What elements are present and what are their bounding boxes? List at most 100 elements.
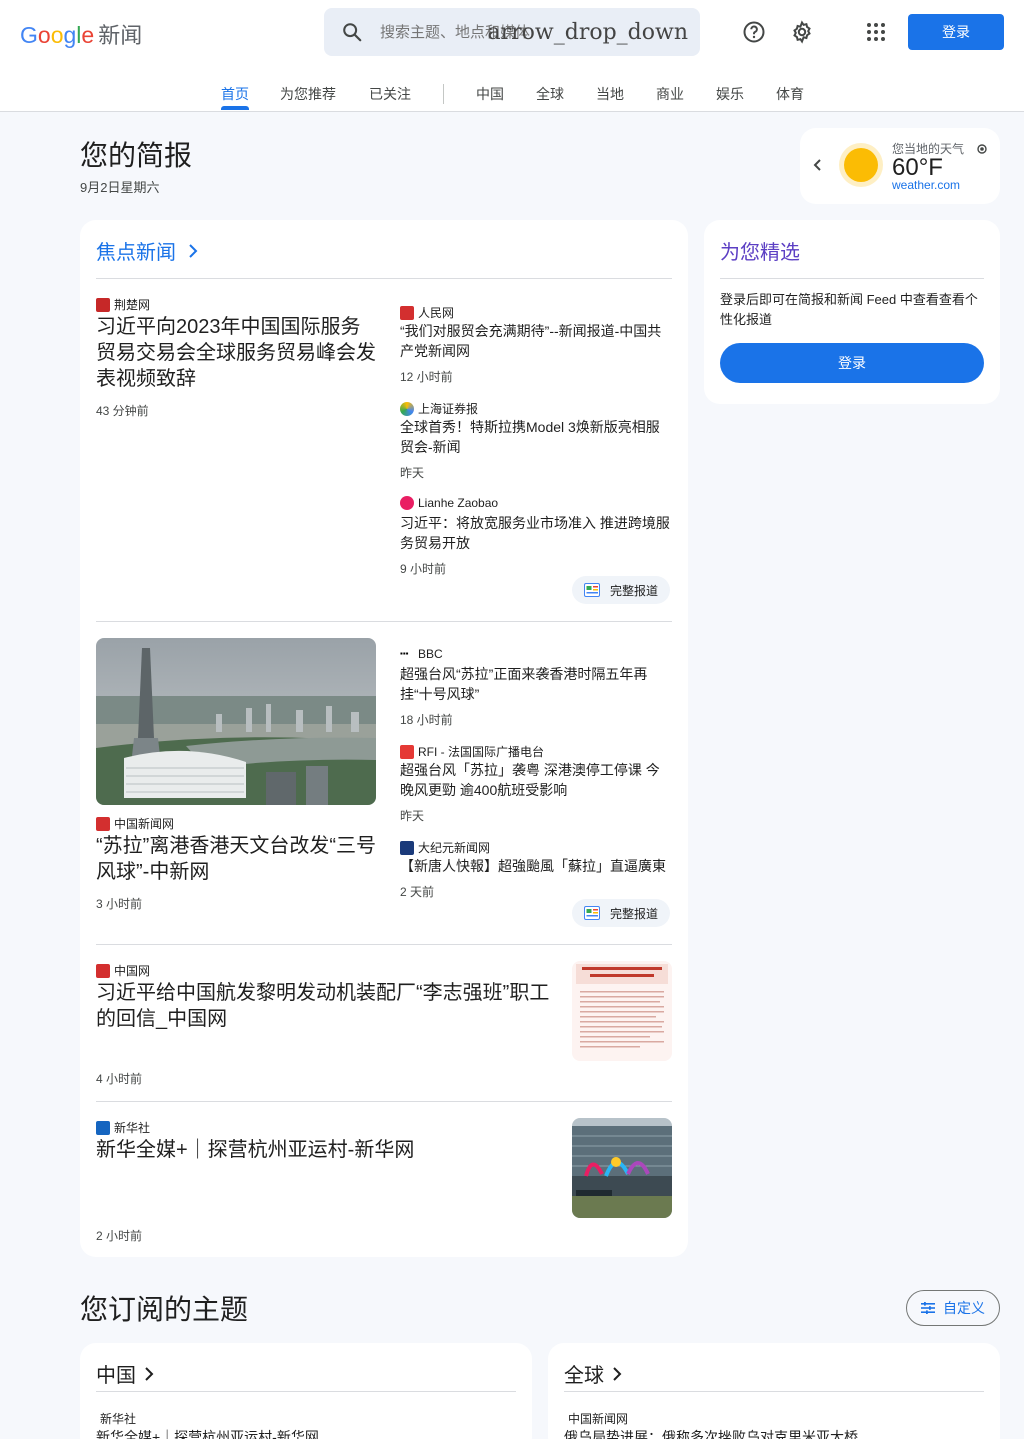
timestamp: 4 小时前 (96, 1072, 143, 1086)
top-stories-heading[interactable]: 焦点新闻 (96, 236, 198, 265)
source-name: 中国新闻网 (114, 817, 175, 831)
epoch-times-logo-icon (400, 840, 414, 855)
source-label: 中国新闻网 (568, 1412, 629, 1426)
china-org-logo-icon (96, 963, 110, 978)
source-name: 新华社 (114, 1121, 151, 1135)
source-name: 大纪元新闻网 (418, 841, 491, 855)
tab-local[interactable]: 当地 (596, 84, 624, 104)
timestamp: 2 天前 (400, 885, 435, 899)
for-you-description: 登录后即可在简报和新闻 Feed 中查看查看个性化报道 (720, 292, 978, 327)
letter-document-image[interactable] (572, 961, 672, 1061)
topic-heading[interactable]: 中国 (96, 1359, 154, 1388)
logo-letter: o (50, 22, 64, 48)
source-name: Lianhe Zaobao (418, 496, 499, 510)
timestamp: 43 分钟前 (96, 404, 149, 418)
logo-letter: e (81, 22, 95, 48)
headline-link[interactable]: 全球首秀！特斯拉携Model 3焕新版亮相服贸会-新闻 (400, 417, 672, 457)
divider (96, 1391, 516, 1392)
topic-card-world: 全球 中国新闻网 俄乌局势进展：俄称多次挫败乌对克里米亚大桥 (548, 1343, 1000, 1439)
weather-widget[interactable]: 您当地的天气 60°F weather.com (800, 128, 1000, 204)
topic-title: 全球 (564, 1365, 604, 1387)
help-icon[interactable] (742, 20, 766, 44)
chevron-right-icon (188, 242, 198, 265)
guangzhou-skyline-image[interactable] (96, 638, 376, 805)
top-bar: Google 新闻 arrow_drop_down 登录 首页 为您推荐 已关注… (0, 0, 1024, 112)
search-box[interactable]: arrow_drop_down (324, 8, 700, 56)
full-coverage-label: 完整报道 (610, 906, 659, 921)
settings-icon[interactable] (790, 20, 814, 44)
headline-link[interactable]: 超强台风「苏拉」袭粤 深港澳停工停课 今晚风更勁 逾400航班受影响 (400, 760, 672, 800)
divider (564, 1391, 984, 1392)
headline-link[interactable]: 超强台风“苏拉”正面来袭香港时隔五年再挂“十号风球” (400, 664, 672, 704)
headline-link[interactable]: 俄乌局势进展：俄称多次挫败乌对克里米亚大桥 (564, 1427, 984, 1439)
for-you-sign-in-button[interactable]: 登录 (720, 343, 984, 383)
topics-section-title: 您订阅的主题 (80, 1294, 249, 1325)
full-coverage-button[interactable]: 完整报道 (572, 899, 671, 927)
jingchu-logo-icon (96, 297, 110, 312)
timestamp: 18 小时前 (400, 713, 453, 727)
source-label: 新华社 (96, 1119, 150, 1136)
timestamp: 12 小时前 (400, 370, 453, 384)
shanghai-securities-logo-icon (400, 401, 414, 416)
source-label: 荆楚网 (96, 296, 150, 313)
tab-following[interactable]: 已关注 (369, 84, 411, 104)
google-news-logo[interactable]: Google 新闻 (20, 18, 142, 50)
timestamp: 2 小时前 (96, 1229, 143, 1243)
source-label: 上海证券报 (400, 400, 478, 417)
weather-source-link[interactable]: weather.com (892, 178, 960, 192)
divider (96, 1101, 672, 1102)
logo-news-text: 新闻 (98, 23, 143, 48)
topic-title: 中国 (96, 1365, 136, 1387)
asian-games-village-image[interactable] (572, 1118, 672, 1218)
source-name: 人民网 (418, 306, 455, 320)
tab-divider (443, 84, 444, 104)
topic-heading[interactable]: 全球 (564, 1359, 622, 1388)
briefing-date: 9月2日星期六 (80, 180, 160, 195)
location-icon[interactable] (976, 142, 988, 160)
chevron-left-icon[interactable] (812, 158, 824, 177)
chinanews-logo-icon (96, 816, 110, 831)
divider (720, 278, 984, 279)
source-name: BBC (418, 647, 443, 661)
search-icon[interactable] (324, 21, 380, 43)
full-coverage-icon (584, 906, 600, 920)
source-label: 中国新闻网 (96, 815, 174, 832)
apps-icon[interactable] (864, 20, 888, 44)
tab-business[interactable]: 商业 (656, 84, 684, 104)
tab-home[interactable]: 首页 (221, 84, 249, 104)
timestamp: 3 小时前 (96, 897, 143, 911)
xinhua-logo-icon (96, 1120, 110, 1135)
logo-letter: o (37, 22, 51, 48)
timestamp: 昨天 (400, 466, 425, 480)
bbc-logo-icon: ▪▪▪ (400, 647, 414, 661)
sign-in-button[interactable]: 登录 (908, 14, 1004, 50)
search-dropdown-text[interactable]: arrow_drop_down (488, 20, 688, 45)
headline-link[interactable]: “苏拉”离港香港天文台改发“三号风球”-中新网 (96, 833, 380, 885)
top-stories-title: 焦点新闻 (96, 242, 176, 264)
full-coverage-button[interactable]: 完整报道 (572, 576, 671, 604)
headline-link[interactable]: 习近平：将放宽服务业市场准入 推进跨境服务贸易开放 (400, 513, 672, 553)
full-coverage-icon (584, 583, 600, 597)
rfi-logo-icon (400, 744, 414, 759)
headline-link[interactable]: 新华全媒+｜探营杭州亚运村-新华网 (96, 1137, 560, 1163)
tab-for-you[interactable]: 为您推荐 (280, 84, 336, 104)
topic-card-china: 中国 新华社 新华全媒+｜探营杭州亚运村-新华网 (80, 1343, 532, 1439)
customize-button[interactable]: 自定义 (906, 1290, 1000, 1326)
headline-link[interactable]: 习近平向2023年中国国际服务贸易交易会全球服务贸易峰会发表视频致辞 (96, 314, 380, 392)
tab-china[interactable]: 中国 (476, 84, 504, 104)
nav-tabs: 首页 为您推荐 已关注 中国 全球 当地 商业 娱乐 体育 (0, 72, 1024, 112)
source-name: 中国网 (114, 964, 151, 978)
source-label: Lianhe Zaobao (400, 496, 498, 510)
active-tab-indicator (221, 106, 249, 110)
headline-link[interactable]: 新华全媒+｜探营杭州亚运村-新华网 (96, 1427, 516, 1439)
chevron-right-icon (144, 1365, 154, 1388)
tab-entertainment[interactable]: 娱乐 (716, 84, 744, 104)
headline-link[interactable]: 【新唐人快報】超強颱風「蘇拉」直逼廣東 (400, 856, 672, 876)
people-daily-logo-icon (400, 305, 414, 320)
headline-link[interactable]: “我们对服贸会充满期待”--新闻报道-中国共产党新闻网 (400, 321, 672, 361)
headline-link[interactable]: 习近平给中国航发黎明发动机装配厂“李志强班”职工的回信_中国网 (96, 980, 560, 1032)
source-label: ▪▪▪ BBC (400, 647, 443, 661)
tab-sports[interactable]: 体育 (776, 84, 804, 104)
top-stories-card: 焦点新闻 荆楚网 习近平向2023年中国国际服务贸易交易会全球服务贸易峰会发表视… (80, 220, 688, 1257)
tab-world[interactable]: 全球 (536, 84, 564, 104)
